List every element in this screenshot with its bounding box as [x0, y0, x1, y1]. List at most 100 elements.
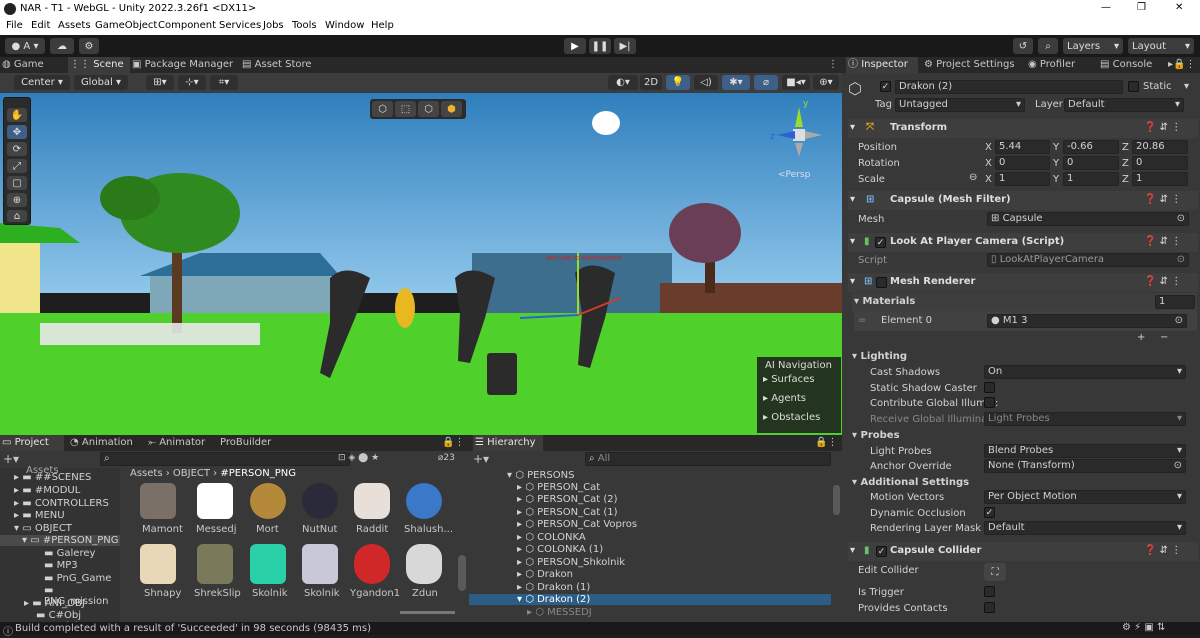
tree-item-person-png[interactable]: ▾ ▭ #PERSON_PNG [0, 535, 120, 546]
rect-tool-icon[interactable]: ▢ [7, 176, 27, 190]
space-dropdown[interactable]: Global ▾ [74, 75, 128, 90]
tab-scene[interactable]: ⋮⋮ Scene [68, 57, 130, 73]
rotation-y-field[interactable]: 0 [1063, 156, 1119, 170]
step-button[interactable]: ▶| [614, 38, 636, 54]
hierarchy-item[interactable]: ▸ ⬡ PERSON_Cat [517, 482, 600, 493]
add-icon[interactable]: +▾ [473, 452, 489, 466]
project-search-input[interactable]: ⌕ [100, 452, 350, 466]
tree-item-menu[interactable]: ▸ ▬ MENU [14, 510, 65, 521]
hierarchy-item[interactable]: ▸ ⬡ COLONKA (1) [517, 544, 603, 555]
asset-thumb-skolnik-2[interactable] [302, 544, 338, 584]
status-message[interactable]: Build completed with a result of 'Succee… [15, 623, 371, 634]
cube-icon[interactable]: ⬡ [372, 101, 393, 117]
chevron-down-icon[interactable]: ▾ [850, 276, 855, 287]
audio-icon[interactable]: ◁) [694, 75, 718, 90]
snap-icon[interactable]: ⊞▾ [146, 75, 174, 90]
add-element-icon[interactable]: + [1137, 332, 1145, 343]
lock-icon[interactable]: ▸🔒⋮ [1166, 57, 1198, 73]
lighting-icon[interactable]: 💡 [666, 75, 690, 90]
object-picker-icon[interactable]: ⊙ [1174, 460, 1182, 472]
maximize-icon[interactable]: ❐ [1137, 2, 1146, 13]
hierarchy-search-input[interactable]: ⌕ All [585, 452, 831, 466]
tab-project[interactable]: ▭ Project [0, 435, 64, 451]
element-0-field[interactable]: ● M1 3 ⊙ [987, 314, 1187, 328]
cube-outline-icon[interactable]: ⬡ [418, 101, 439, 117]
static-shadow-checkbox[interactable] [984, 382, 995, 393]
drag-handle-icon[interactable]: = [858, 315, 866, 326]
chevron-down-icon[interactable]: ▾ [850, 122, 855, 133]
contribute-gi-checkbox[interactable] [984, 397, 995, 408]
menu-services[interactable]: Services [219, 20, 261, 31]
additional-settings-foldout[interactable]: ▾ Additional Settings [852, 477, 969, 488]
tab-animation[interactable]: ◔ Animation [68, 435, 138, 451]
position-z-field[interactable]: 20.86 [1132, 140, 1188, 154]
remove-element-icon[interactable]: − [1160, 332, 1168, 343]
asset-thumb-skolnik[interactable] [250, 544, 286, 584]
hierarchy-root[interactable]: ▾ ⬡ PERSONS [507, 470, 574, 481]
component-menu-icons[interactable]: ❓ ⇵ ⋮ [1144, 545, 1181, 556]
tab-hierarchy[interactable]: ☰ Hierarchy [473, 435, 543, 451]
edit-collider-button[interactable]: ⛶ [984, 563, 1006, 581]
filter-icons[interactable]: ⊡ ◈ ⬤ ★ [338, 453, 379, 463]
layers-dropdown[interactable]: Layers ▾ [1063, 38, 1123, 54]
capsule-collider-enabled-checkbox[interactable]: ✓ [876, 546, 887, 557]
tag-dropdown[interactable]: Untagged ▾ [895, 98, 1025, 112]
hierarchy-item-selected[interactable]: ▾ ⬡ Drakon (2) [469, 594, 831, 605]
scale-tool-icon[interactable]: ⤢ [7, 159, 27, 173]
ai-nav-obstacles[interactable]: ▸ Obstacles [763, 412, 820, 423]
cube-filled-icon[interactable]: ⬢ [441, 101, 462, 117]
dynamic-occlusion-checkbox[interactable]: ✓ [984, 507, 995, 518]
motion-vectors-dropdown[interactable]: Per Object Motion ▾ [984, 490, 1186, 504]
tree-item-controllers[interactable]: ▸ ▬ CONTROLLERS [14, 498, 109, 509]
rotate-tool-icon[interactable]: ⟳ [7, 142, 27, 156]
position-y-field[interactable]: -0.66 [1063, 140, 1119, 154]
menu-file[interactable]: File [6, 20, 23, 31]
chevron-down-icon[interactable]: ▾ [850, 545, 855, 556]
increment-icon[interactable]: ⌗▾ [210, 75, 238, 90]
hierarchy-item[interactable]: ▸ ⬡ COLONKA [517, 532, 586, 543]
transform-tool-icon[interactable]: ⊕ [7, 193, 27, 207]
hierarchy-scrollbar[interactable] [833, 485, 840, 515]
link-icon[interactable]: ⊖ [969, 172, 977, 183]
layout-dropdown[interactable]: Layout ▾ [1128, 38, 1194, 54]
scale-y-field[interactable]: 1 [1063, 172, 1119, 186]
ai-nav-surfaces[interactable]: ▸ Surfaces [763, 374, 815, 385]
materials-size-field[interactable]: 1 [1155, 295, 1195, 309]
component-menu-icons[interactable]: ❓ ⇵ ⋮ [1144, 194, 1181, 205]
component-menu-icons[interactable]: ❓ ⇵ ⋮ [1144, 236, 1181, 247]
asset-thumb-shnapy[interactable] [140, 544, 176, 584]
asset-thumb-mamont[interactable] [140, 483, 176, 519]
tree-item-scenes[interactable]: ▸ ▬ ##SCENES [14, 472, 91, 483]
tab-game[interactable]: ◍ Game [0, 57, 68, 73]
capsule-collider-header[interactable]: ▾ ▮ ✓ Capsule Collider ❓ ⇵ ⋮ [848, 542, 1198, 561]
hierarchy-item[interactable]: ▸ ⬡ PERSON_Cat (2) [517, 494, 617, 505]
ai-nav-agents[interactable]: ▸ Agents [763, 393, 806, 404]
gear-icon[interactable]: ⚙ [79, 38, 99, 54]
bounds-icon[interactable]: ⬚ [395, 101, 416, 117]
tab-asset-store[interactable]: ▤ Asset Store [240, 57, 320, 73]
gizmos-icon[interactable]: ⊕▾ [813, 75, 839, 90]
scale-z-field[interactable]: 1 [1132, 172, 1188, 186]
pause-button[interactable]: ❚❚ [589, 38, 611, 54]
project-scrollbar[interactable] [458, 555, 466, 591]
menu-gameobject[interactable]: GameObject [95, 20, 157, 31]
more-options-icon[interactable]: ⋮ [826, 57, 840, 73]
static-checkbox[interactable] [1128, 81, 1139, 92]
chevron-down-icon[interactable]: ▾ [850, 194, 855, 205]
hierarchy-item[interactable]: ▸ ⬡ PERSON_Cat (1) [517, 507, 617, 518]
hierarchy-item[interactable]: ▸ ⬡ Drakon [517, 569, 573, 580]
is-trigger-checkbox[interactable] [984, 586, 995, 597]
chevron-down-icon[interactable]: ▾ [1184, 81, 1189, 92]
hierarchy-item[interactable]: ▸ ⬡ MESSEDJ [527, 607, 592, 618]
tab-console[interactable]: ▤ Console [1098, 57, 1164, 73]
mesh-renderer-header[interactable]: ▾ ⊞ Mesh Renderer ❓ ⇵ ⋮ [848, 273, 1198, 292]
cast-shadows-dropdown[interactable]: On ▾ [984, 365, 1186, 379]
position-x-field[interactable]: 5.44 [995, 140, 1050, 154]
breadcrumb-object[interactable]: OBJECT [173, 468, 210, 479]
account-button[interactable]: ● A ▾ [5, 38, 45, 54]
search-icon[interactable]: ⌕ [1038, 38, 1058, 54]
tree-item-object[interactable]: ▾ ▭ OBJECT [14, 523, 72, 534]
anchor-override-field[interactable]: None (Transform) ⊙ [984, 459, 1186, 473]
hierarchy-item[interactable]: ▸ ⬡ PERSON_Cat Vopros [517, 519, 637, 530]
grid-snap-icon[interactable]: ⊹▾ [178, 75, 206, 90]
